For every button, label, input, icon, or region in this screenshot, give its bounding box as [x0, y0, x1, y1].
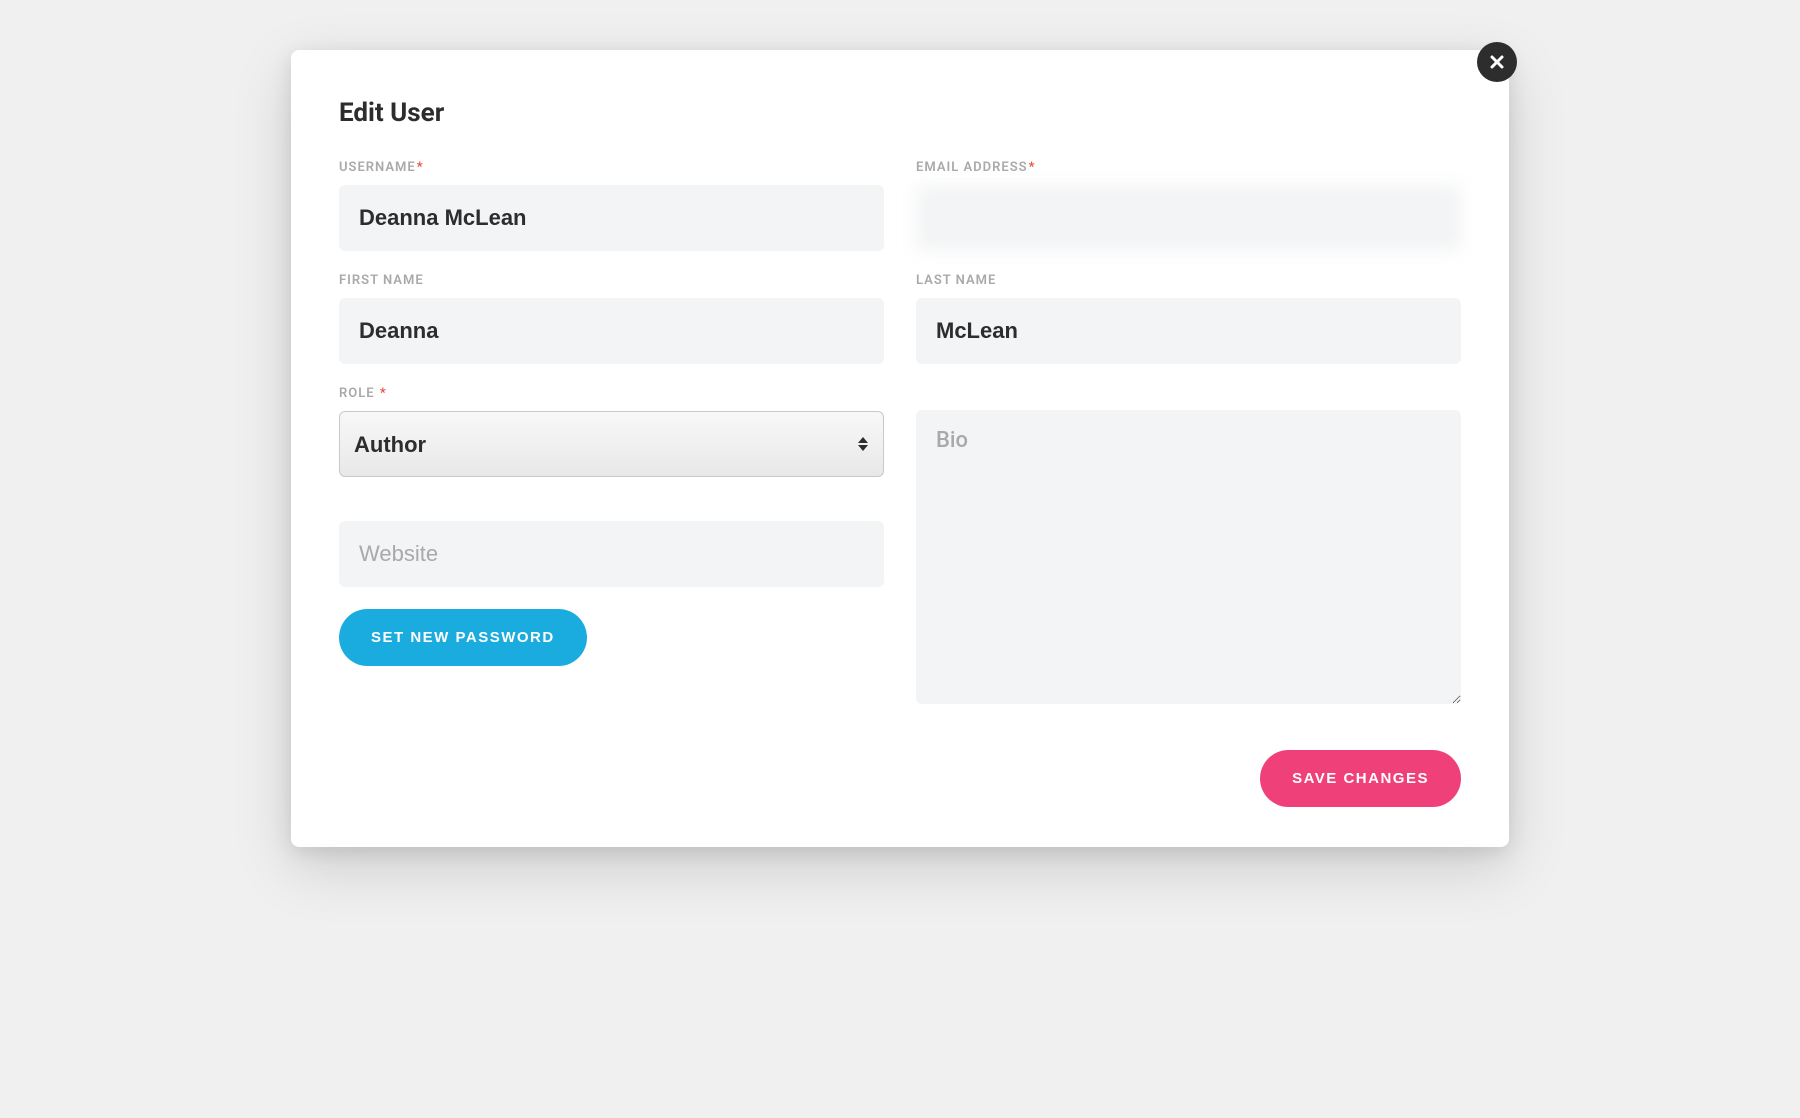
form-grid: USERNAME* EMAIL ADDRESS* FIRST NAME LAST…: [339, 160, 1461, 726]
role-label-text: ROLE: [339, 386, 375, 401]
left-lower-column: ROLE * Author SET NEW PASSWORD: [339, 386, 884, 726]
role-select[interactable]: Author: [339, 411, 884, 477]
username-label: USERNAME*: [339, 160, 884, 175]
bio-field-group: [916, 410, 1461, 704]
firstname-field-group: FIRST NAME: [339, 273, 884, 364]
bio-label-spacer: [916, 386, 1461, 410]
edit-user-modal: Edit User USERNAME* EMAIL ADDRESS* FIRST…: [291, 50, 1509, 847]
required-asterisk: *: [380, 386, 387, 401]
email-label: EMAIL ADDRESS*: [916, 160, 1461, 175]
website-field-group: [339, 521, 884, 587]
role-label: ROLE *: [339, 386, 884, 401]
firstname-input[interactable]: [339, 298, 884, 364]
email-label-text: EMAIL ADDRESS: [916, 160, 1028, 175]
modal-title: Edit User: [339, 98, 1461, 128]
lastname-field-group: LAST NAME: [916, 273, 1461, 364]
lastname-label: LAST NAME: [916, 273, 1461, 288]
email-field-group: EMAIL ADDRESS*: [916, 160, 1461, 251]
firstname-label: FIRST NAME: [339, 273, 884, 288]
lastname-input[interactable]: [916, 298, 1461, 364]
right-lower-column: [916, 386, 1461, 726]
save-changes-button[interactable]: SAVE CHANGES: [1260, 750, 1461, 807]
website-input[interactable]: [339, 521, 884, 587]
close-button[interactable]: [1477, 42, 1517, 82]
bio-textarea[interactable]: [916, 410, 1461, 704]
close-icon: [1489, 54, 1505, 70]
set-password-button[interactable]: SET NEW PASSWORD: [339, 609, 587, 666]
role-select-wrapper: Author: [339, 411, 884, 477]
required-asterisk: *: [1029, 160, 1036, 175]
username-input[interactable]: [339, 185, 884, 251]
username-label-text: USERNAME: [339, 160, 416, 175]
role-field-group: ROLE * Author: [339, 386, 884, 477]
username-field-group: USERNAME*: [339, 160, 884, 251]
footer-row: SAVE CHANGES: [339, 750, 1461, 807]
required-asterisk: *: [417, 160, 424, 175]
email-input[interactable]: [916, 185, 1461, 251]
